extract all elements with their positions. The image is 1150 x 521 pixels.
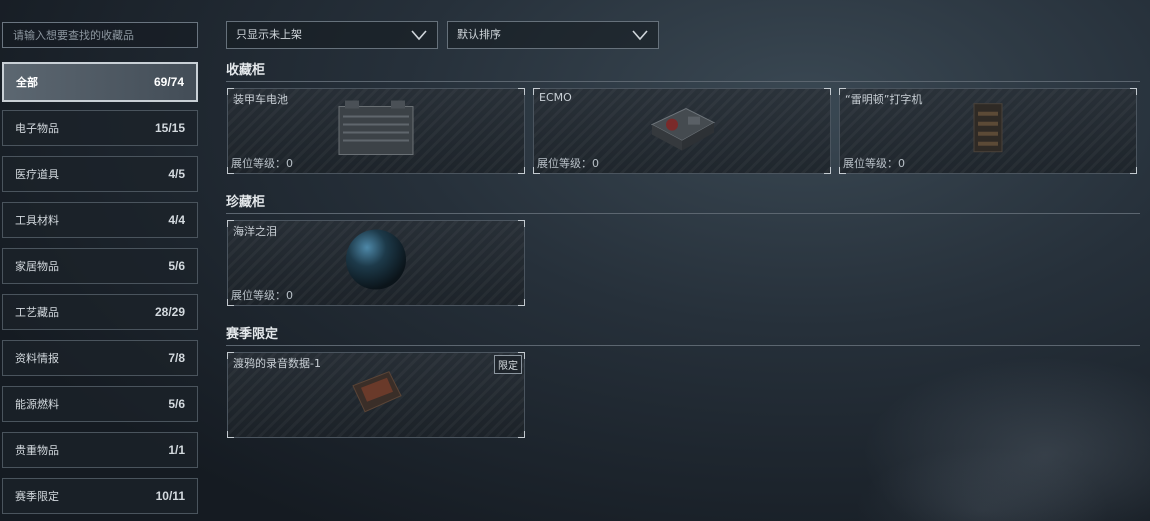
ecmo-machine-icon xyxy=(642,95,722,165)
section-title-season-limited: 赛季限定 xyxy=(226,325,1140,346)
category-season-limited[interactable]: 赛季限定 10/11 xyxy=(2,478,198,514)
category-tools[interactable]: 工具材料 4/4 xyxy=(2,202,198,238)
category-count: 4/5 xyxy=(168,167,185,181)
item-name: 装甲车电池 xyxy=(233,93,288,106)
search-input[interactable]: 请输入想要查找的收藏品 xyxy=(2,22,198,48)
item-name: ECMO xyxy=(539,91,572,104)
item-level: 展位等级：0 xyxy=(537,157,599,170)
category-crafts[interactable]: 工艺藏品 28/29 xyxy=(2,294,198,330)
category-valuables[interactable]: 贵重物品 1/1 xyxy=(2,432,198,468)
category-label: 贵重物品 xyxy=(15,444,59,457)
section-title-collection-cabinet: 收藏柜 xyxy=(226,61,1140,82)
gem-icon xyxy=(341,225,411,299)
category-label: 电子物品 xyxy=(15,122,59,135)
limited-badge: 限定 xyxy=(494,355,522,374)
category-count: 4/4 xyxy=(168,213,185,227)
category-label: 家居物品 xyxy=(15,260,59,273)
sort-dropdown[interactable]: 默认排序 xyxy=(447,21,659,49)
category-count: 10/11 xyxy=(155,489,185,503)
collectible-card[interactable]: 渡鸦的录音数据-1 限定 xyxy=(227,352,525,438)
category-label: 能源燃料 xyxy=(15,398,59,411)
category-count: 7/8 xyxy=(168,351,185,365)
category-count: 5/6 xyxy=(168,397,185,411)
display-filter-dropdown[interactable]: 只显示未上架 xyxy=(226,21,438,49)
item-level: 展位等级：0 xyxy=(231,289,293,302)
category-count: 28/29 xyxy=(154,305,185,319)
category-count: 69/74 xyxy=(153,75,184,89)
category-intel[interactable]: 资料情报 7/8 xyxy=(2,340,198,376)
category-count: 5/6 xyxy=(168,259,185,273)
collectible-card[interactable]: 海洋之泪 展位等级：0 xyxy=(227,220,525,306)
display-filter-value: 只显示未上架 xyxy=(236,28,302,41)
section-title-treasure-cabinet: 珍藏柜 xyxy=(226,193,1140,214)
category-label: 资料情报 xyxy=(15,352,59,365)
item-name: “雷明顿”打字机 xyxy=(845,93,923,106)
category-all[interactable]: 全部 69/74 xyxy=(2,62,198,102)
category-label: 工艺藏品 xyxy=(15,306,59,319)
item-name: 海洋之泪 xyxy=(233,225,277,238)
chevron-down-icon xyxy=(632,30,648,41)
collectible-card[interactable]: “雷明顿”打字机 展位等级：0 xyxy=(839,88,1137,174)
data-chip-icon xyxy=(341,362,411,426)
category-label: 医疗道具 xyxy=(15,168,59,181)
category-label: 赛季限定 xyxy=(15,490,59,503)
chevron-down-icon xyxy=(411,30,427,41)
typewriter-icon xyxy=(968,98,1008,162)
collectible-card[interactable]: ECMO 展位等级：0 xyxy=(533,88,831,174)
category-medical[interactable]: 医疗道具 4/5 xyxy=(2,156,198,192)
category-count: 1/1 xyxy=(168,443,185,457)
item-name: 渡鸦的录音数据-1 xyxy=(233,357,321,370)
category-label: 工具材料 xyxy=(15,214,59,227)
item-level: 展位等级：0 xyxy=(231,157,293,170)
collectible-card[interactable]: 装甲车电池 展位等级：0 xyxy=(227,88,525,174)
category-household[interactable]: 家居物品 5/6 xyxy=(2,248,198,284)
battery-icon xyxy=(331,93,421,167)
item-level: 展位等级：0 xyxy=(843,157,905,170)
category-count: 15/15 xyxy=(154,121,185,135)
sort-value: 默认排序 xyxy=(457,28,501,41)
category-label: 全部 xyxy=(16,76,38,89)
category-energy[interactable]: 能源燃料 5/6 xyxy=(2,386,198,422)
category-electronics[interactable]: 电子物品 15/15 xyxy=(2,110,198,146)
